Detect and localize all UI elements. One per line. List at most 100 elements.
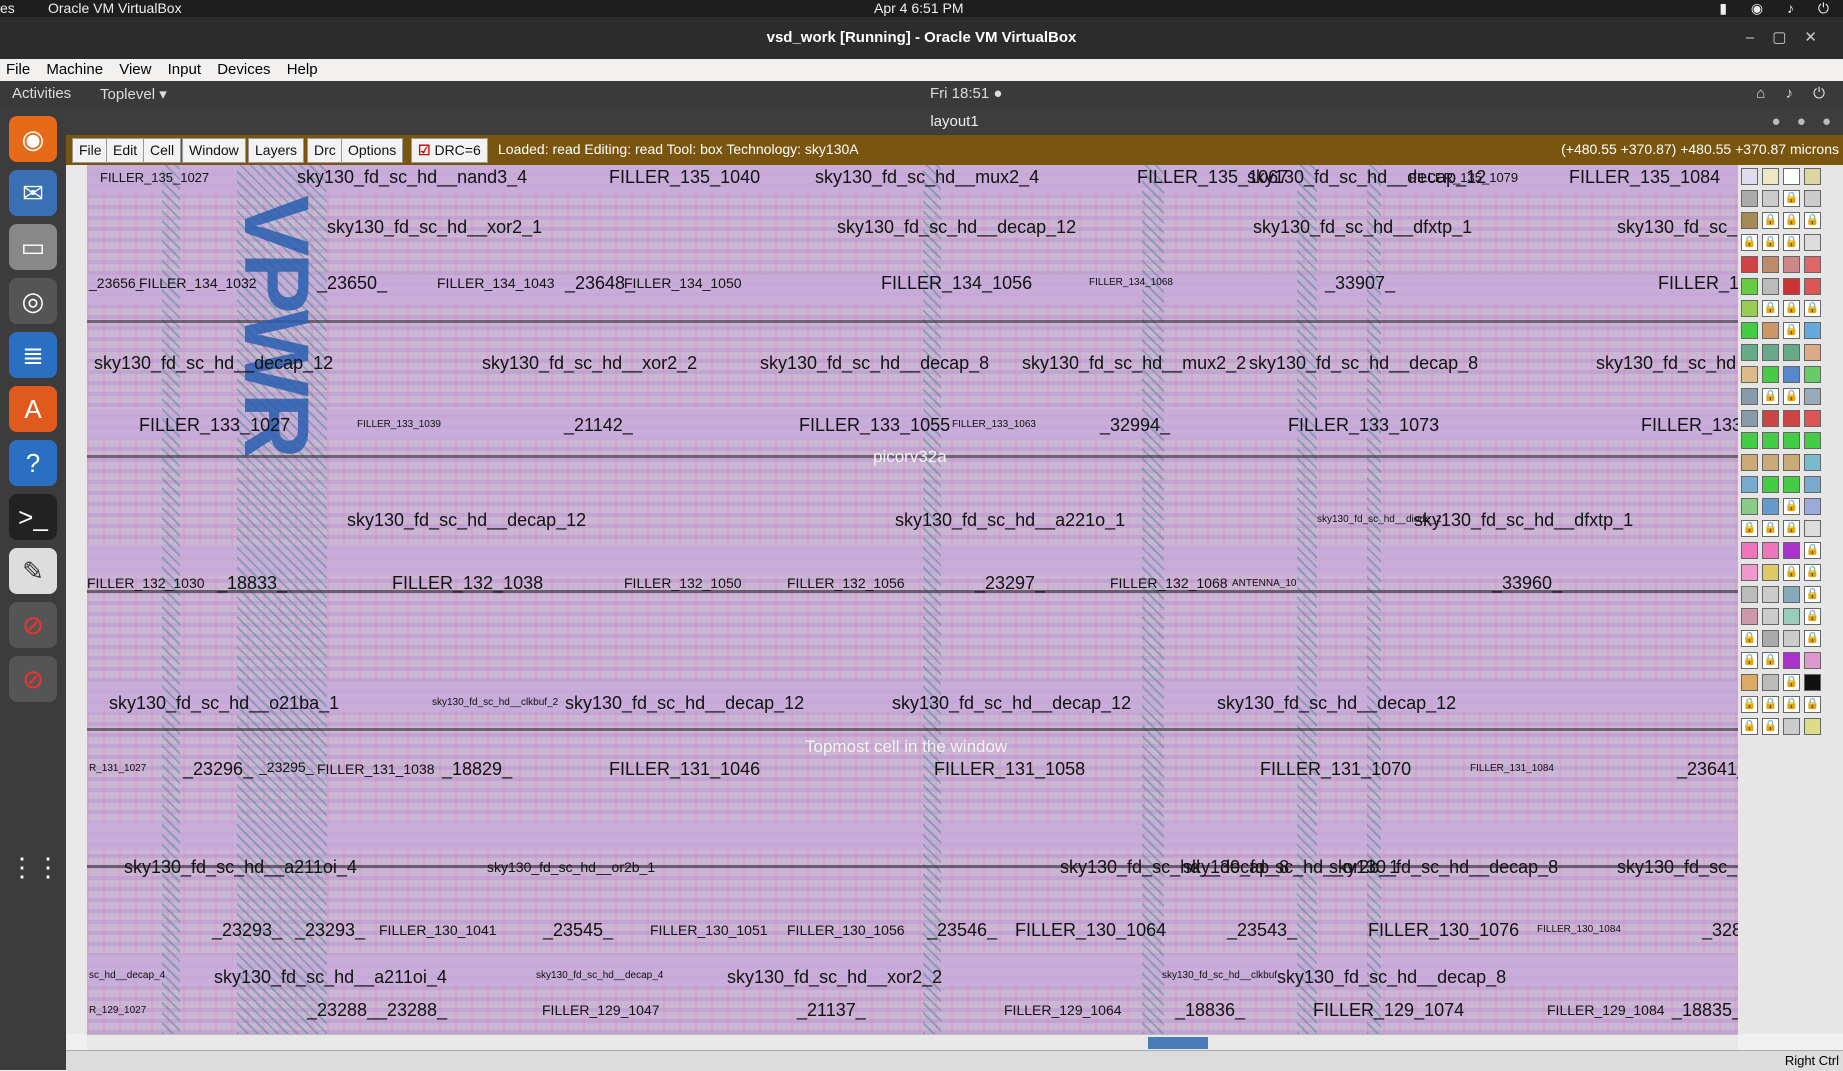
layer-swatch[interactable] bbox=[1783, 256, 1800, 273]
layer-swatch[interactable] bbox=[1741, 190, 1758, 207]
layer-swatch[interactable] bbox=[1762, 190, 1779, 207]
layer-swatch[interactable] bbox=[1783, 542, 1800, 559]
magic-menu-drc[interactable]: Drc bbox=[307, 138, 343, 163]
layer-swatch[interactable] bbox=[1783, 278, 1800, 295]
layer-palette[interactable]: 🔒 🔒 🔒 🔒 🔒 🔒 🔒 🔒 🔒 🔒 🔒 🔒 🔒 🔒 🔒 🔒 🔒 🔒 🔒 🔒 … bbox=[1738, 165, 1843, 1034]
lock-icon[interactable]: 🔒 bbox=[1762, 520, 1779, 537]
lock-icon[interactable]: 🔒 bbox=[1804, 300, 1821, 317]
lock-icon[interactable]: 🔒 bbox=[1783, 212, 1800, 229]
terminal-icon[interactable]: >_ bbox=[9, 494, 57, 540]
thunderbird-icon[interactable]: ✉ bbox=[9, 170, 57, 216]
drc-toggle[interactable]: ☑ DRC=6 bbox=[411, 138, 488, 163]
layer-swatch[interactable] bbox=[1804, 410, 1821, 427]
magic-menu-layers[interactable]: Layers bbox=[248, 138, 305, 163]
layer-swatch[interactable] bbox=[1804, 168, 1821, 185]
horizontal-scrollbar[interactable] bbox=[87, 1034, 1738, 1051]
magic-menu-edit[interactable]: Edit bbox=[106, 138, 145, 163]
layer-swatch[interactable] bbox=[1804, 674, 1821, 691]
firefox-icon[interactable]: ◉ bbox=[9, 116, 57, 162]
layer-swatch[interactable] bbox=[1762, 498, 1779, 515]
layer-swatch[interactable] bbox=[1762, 366, 1779, 383]
layer-swatch[interactable] bbox=[1783, 432, 1800, 449]
layer-swatch[interactable] bbox=[1762, 278, 1779, 295]
layer-swatch[interactable] bbox=[1783, 168, 1800, 185]
lock-icon[interactable]: 🔒 bbox=[1804, 542, 1821, 559]
layer-swatch[interactable] bbox=[1762, 586, 1779, 603]
layer-swatch[interactable] bbox=[1783, 652, 1800, 669]
lock-icon[interactable]: 🔒 bbox=[1741, 718, 1758, 735]
guest-clock[interactable]: Fri 18:51 ● bbox=[930, 85, 1002, 102]
layer-swatch[interactable] bbox=[1741, 410, 1758, 427]
layer-swatch[interactable] bbox=[1762, 564, 1779, 581]
layer-swatch[interactable] bbox=[1804, 718, 1821, 735]
lock-icon[interactable]: 🔒 bbox=[1804, 608, 1821, 625]
magic-menu-options[interactable]: Options bbox=[341, 138, 404, 163]
layer-swatch[interactable] bbox=[1783, 608, 1800, 625]
layer-swatch[interactable] bbox=[1804, 256, 1821, 273]
rhythmbox-icon[interactable]: ◎ bbox=[9, 278, 57, 324]
lock-icon[interactable]: 🔒 bbox=[1783, 498, 1800, 515]
layer-swatch[interactable] bbox=[1804, 234, 1821, 251]
lock-icon[interactable]: 🔒 bbox=[1804, 696, 1821, 713]
layer-swatch[interactable] bbox=[1741, 256, 1758, 273]
lock-icon[interactable]: 🔒 bbox=[1741, 234, 1758, 251]
host-clock[interactable]: Apr 4 6:51 PM bbox=[874, 0, 964, 16]
layer-swatch[interactable] bbox=[1804, 520, 1821, 537]
layer-swatch[interactable] bbox=[1741, 344, 1758, 361]
layer-swatch[interactable] bbox=[1804, 432, 1821, 449]
layer-swatch[interactable] bbox=[1783, 718, 1800, 735]
layer-swatch[interactable] bbox=[1762, 630, 1779, 647]
layer-swatch[interactable] bbox=[1762, 168, 1779, 185]
layer-swatch[interactable] bbox=[1741, 278, 1758, 295]
layer-swatch[interactable] bbox=[1783, 454, 1800, 471]
layer-swatch[interactable] bbox=[1741, 432, 1758, 449]
vertical-scrollbar[interactable] bbox=[66, 165, 88, 1034]
layer-swatch[interactable] bbox=[1804, 498, 1821, 515]
layer-swatch[interactable] bbox=[1741, 322, 1758, 339]
vbox-menu-machine[interactable]: Machine bbox=[40, 59, 109, 81]
layer-swatch[interactable] bbox=[1741, 212, 1758, 229]
lock-icon[interactable]: 🔒 bbox=[1783, 300, 1800, 317]
lock-icon[interactable]: 🔒 bbox=[1783, 234, 1800, 251]
lock-icon[interactable]: 🔒 bbox=[1762, 234, 1779, 251]
vbox-menu-help[interactable]: Help bbox=[281, 59, 324, 81]
layer-swatch[interactable] bbox=[1741, 476, 1758, 493]
layer-swatch[interactable] bbox=[1762, 454, 1779, 471]
guest-tray-icons[interactable]: ⌂ ♪ ⏻ bbox=[1756, 85, 1833, 102]
layer-swatch[interactable] bbox=[1762, 476, 1779, 493]
vbox-menu-file[interactable]: File bbox=[0, 59, 36, 81]
layer-swatch[interactable] bbox=[1741, 168, 1758, 185]
lock-icon[interactable]: 🔒 bbox=[1762, 652, 1779, 669]
layer-swatch[interactable] bbox=[1762, 432, 1779, 449]
vbox-menu-view[interactable]: View bbox=[113, 59, 157, 81]
lock-icon[interactable]: 🔒 bbox=[1762, 388, 1779, 405]
layout-canvas[interactable]: VPWR picorv32a Topmost cell in the windo… bbox=[87, 165, 1738, 1034]
toplevel-menu[interactable]: Toplevel ▾ bbox=[100, 85, 167, 103]
lock-icon[interactable]: 🔒 bbox=[1783, 674, 1800, 691]
help-icon[interactable]: ? bbox=[9, 440, 57, 486]
layer-swatch[interactable] bbox=[1783, 366, 1800, 383]
layer-swatch[interactable] bbox=[1741, 454, 1758, 471]
layer-swatch[interactable] bbox=[1741, 388, 1758, 405]
layer-swatch[interactable] bbox=[1741, 542, 1758, 559]
text-editor-icon[interactable]: ✎ bbox=[9, 548, 57, 594]
layer-swatch[interactable] bbox=[1783, 410, 1800, 427]
layer-swatch[interactable] bbox=[1762, 322, 1779, 339]
layer-swatch[interactable] bbox=[1783, 586, 1800, 603]
layer-swatch[interactable] bbox=[1804, 278, 1821, 295]
lock-icon[interactable]: 🔒 bbox=[1804, 586, 1821, 603]
lock-icon[interactable]: 🔒 bbox=[1783, 520, 1800, 537]
lock-icon[interactable]: 🔒 bbox=[1783, 696, 1800, 713]
lock-icon[interactable]: 🔒 bbox=[1804, 212, 1821, 229]
layer-swatch[interactable] bbox=[1741, 608, 1758, 625]
lock-icon[interactable]: 🔒 bbox=[1804, 564, 1821, 581]
lock-icon[interactable]: 🔒 bbox=[1762, 212, 1779, 229]
layer-swatch[interactable] bbox=[1762, 256, 1779, 273]
vbox-menu-input[interactable]: Input bbox=[162, 59, 207, 81]
layer-swatch[interactable] bbox=[1804, 344, 1821, 361]
host-tray-icons[interactable]: ▮ ◉ ♪ ⏻ bbox=[1719, 0, 1839, 17]
activities-button[interactable]: Activities bbox=[12, 85, 71, 102]
host-app-name[interactable]: Oracle VM VirtualBox bbox=[48, 0, 182, 16]
files-icon[interactable]: ▭ bbox=[9, 224, 57, 270]
layer-swatch[interactable] bbox=[1741, 674, 1758, 691]
